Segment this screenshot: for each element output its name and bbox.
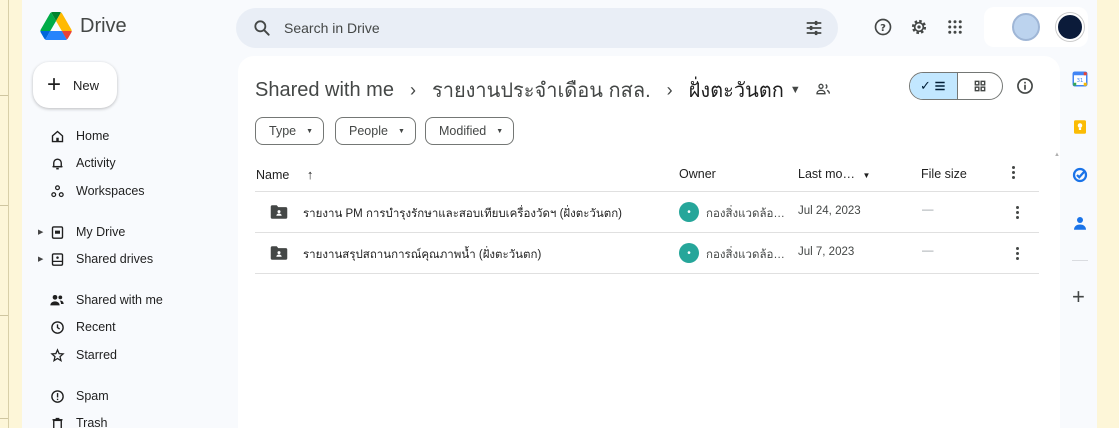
file-size: — <box>922 204 934 216</box>
sidebar-item-spam[interactable]: Spam <box>22 383 232 409</box>
breadcrumb: Shared with me › รายงานประจำเดือน กสล. ›… <box>255 74 833 106</box>
table-row[interactable]: รายงาน PM การบำรุงรักษาและสอบเทียบเครื่อ… <box>255 192 1039 232</box>
contacts-icon[interactable] <box>1071 214 1089 232</box>
filter-people-chip[interactable]: People ▼ <box>335 117 416 145</box>
calendar-icon[interactable]: 31 <box>1071 70 1089 88</box>
filter-modified-chip[interactable]: Modified ▼ <box>425 117 515 145</box>
view-toggle: ✓ <box>909 72 1003 100</box>
sidebar-item-shared-with-me[interactable]: Shared with me <box>22 287 232 313</box>
owner-name: กองสิ่งแวดล้อ… <box>706 208 785 220</box>
chevron-down-icon: ▼ <box>306 127 314 135</box>
owner-avatar: • <box>679 202 699 222</box>
svg-text:?: ? <box>880 23 886 34</box>
search-icon[interactable] <box>252 18 272 38</box>
expand-caret-icon[interactable]: ▶ <box>38 255 43 263</box>
table-row[interactable]: รายงานสรุปสถานการณ์คุณภาพน้ำ (ฝั่งตะวันต… <box>255 233 1039 273</box>
file-name[interactable]: รายงานสรุปสถานการณ์คุณภาพน้ำ (ฝั่งตะวันต… <box>303 246 541 264</box>
new-button[interactable]: + New <box>33 62 117 108</box>
chevron-down-icon: ▼ <box>397 127 405 135</box>
row-more-actions-button[interactable] <box>1007 202 1027 222</box>
modified-date: Jul 7, 2023 <box>798 246 855 258</box>
main-panel: Shared with me › รายงานประจำเดือน กสล. ›… <box>238 56 1060 428</box>
sidebar-item-trash[interactable]: Trash <box>22 410 232 428</box>
sidebar-item-home[interactable]: Home <box>22 123 232 149</box>
drive-app: Drive ? + New <box>22 0 1097 428</box>
scroll-up-arrow-icon[interactable]: ▲ <box>1054 152 1060 158</box>
folder-menu-caret-icon[interactable]: ▼ <box>790 84 801 96</box>
app-name: Drive <box>80 14 127 37</box>
divider <box>255 273 1039 274</box>
search-bar[interactable] <box>236 8 838 48</box>
home-icon <box>49 128 65 144</box>
star-icon <box>49 347 65 363</box>
chevron-down-icon: ▼ <box>496 127 504 135</box>
sidebar-item-shared-drives[interactable]: ▶ Shared drives <box>22 246 232 272</box>
owner-avatar: • <box>679 243 699 263</box>
plus-icon: + <box>47 71 62 98</box>
list-icon <box>935 81 945 91</box>
sort-arrow-up-icon[interactable]: ↑ <box>307 167 314 182</box>
drive-logo-icon <box>40 12 72 40</box>
column-header-owner[interactable]: Owner <box>679 167 716 181</box>
more-vertical-icon <box>1015 205 1019 219</box>
filter-type-chip[interactable]: Type ▼ <box>255 117 325 145</box>
breadcrumb-separator-icon: › <box>666 79 673 100</box>
chevron-down-icon: ▼ <box>862 171 871 180</box>
breadcrumb-current[interactable]: ฝั่งตะวันตก <box>689 74 784 106</box>
sidebar-item-workspaces[interactable]: Workspaces <box>22 178 232 204</box>
drive-logo[interactable]: Drive <box>40 12 127 40</box>
breadcrumb-root[interactable]: Shared with me <box>255 79 394 102</box>
column-header-last-modified[interactable]: Last mo… ▼ <box>798 167 870 181</box>
sidebar-item-recent[interactable]: Recent <box>22 314 232 340</box>
spam-icon <box>49 388 65 404</box>
svg-text:31: 31 <box>1077 78 1084 84</box>
organization-logo[interactable] <box>1012 13 1040 41</box>
shared-folder-icon <box>270 205 288 219</box>
more-vertical-icon <box>1012 166 1015 179</box>
column-options-button[interactable] <box>1012 166 1015 179</box>
owner-name: กองสิ่งแวดล้อ… <box>706 249 785 261</box>
people-icon <box>49 292 65 308</box>
info-icon[interactable] <box>1015 76 1035 96</box>
sidebar-item-my-drive[interactable]: ▶ My Drive <box>22 219 232 245</box>
modified-date: Jul 24, 2023 <box>798 205 861 217</box>
column-header-name[interactable]: Name ↑ <box>256 167 313 182</box>
keep-icon[interactable] <box>1071 118 1089 136</box>
grid-icon <box>974 80 986 92</box>
file-name[interactable]: รายงาน PM การบำรุงรักษาและสอบเทียบเครื่อ… <box>303 205 622 223</box>
apps-grid-icon[interactable] <box>944 16 966 38</box>
breadcrumb-parent[interactable]: รายงานประจำเดือน กสล. <box>432 74 651 106</box>
workspaces-icon <box>49 183 65 199</box>
shared-drives-icon <box>49 251 65 267</box>
sidebar-item-starred[interactable]: Starred <box>22 342 232 368</box>
more-vertical-icon <box>1015 246 1019 260</box>
column-header-file-size[interactable]: File size <box>921 167 967 181</box>
list-view-button[interactable]: ✓ <box>910 73 958 99</box>
tasks-icon[interactable] <box>1071 166 1089 184</box>
settings-gear-icon[interactable] <box>908 16 930 38</box>
search-options-icon[interactable] <box>804 18 824 38</box>
divider <box>1072 260 1088 261</box>
new-button-label: New <box>73 77 100 93</box>
help-icon[interactable]: ? <box>872 16 894 38</box>
expand-caret-icon[interactable]: ▶ <box>38 228 43 236</box>
get-addons-plus-icon[interactable]: + <box>1072 286 1085 308</box>
side-panel-rail: 31 + <box>1062 0 1097 428</box>
trash-icon <box>49 415 65 428</box>
bell-icon <box>49 155 65 171</box>
breadcrumb-separator-icon: › <box>409 79 416 100</box>
file-size: — <box>922 245 934 257</box>
sidebar-item-activity[interactable]: Activity <box>22 150 232 176</box>
row-more-actions-button[interactable] <box>1007 243 1027 263</box>
shared-folder-icon <box>270 246 288 260</box>
check-icon: ✓ <box>920 78 931 93</box>
clock-icon <box>49 319 65 335</box>
search-input[interactable] <box>284 16 764 40</box>
my-drive-icon <box>49 224 65 240</box>
grid-view-button[interactable] <box>958 73 1002 99</box>
frame-edge <box>8 0 9 428</box>
shared-people-icon[interactable] <box>815 81 833 99</box>
